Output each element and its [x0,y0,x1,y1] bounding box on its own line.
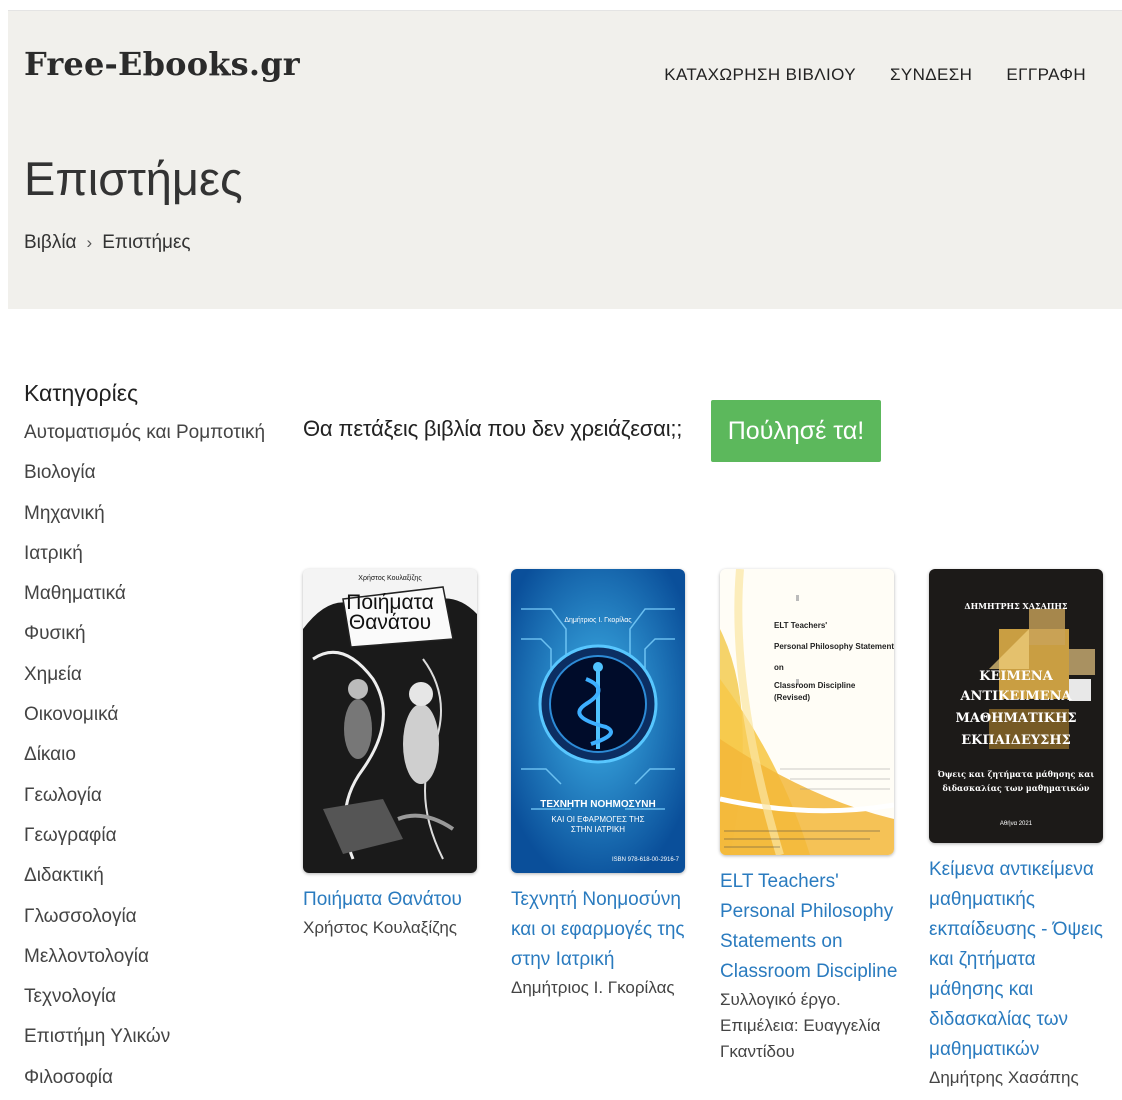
book-card: ΔΗΜΗΤΡΗΣ ΧΑΣΑΠΗΣ ΚΕΙΜΕΝΑ ΑΝΤΙΚΕΙΜΕΝΑ ΜΑΘ… [929,569,1109,1091]
cover-isbn: ISBN 978-618-00-2916-7 [611,857,679,863]
category-link[interactable]: Επιστήμη Υλικών [24,1026,170,1047]
category-link[interactable]: Διδακτική [24,865,104,886]
book-author: Δημήτρης Χασάπης [929,1068,1079,1087]
category-link[interactable]: Χημεία [24,664,82,685]
category-link[interactable]: Γεωγραφία [24,825,117,846]
cover-title-line: ΤΕΧΝΗΤΗ ΝΟΗΜΟΣΥΝΗ [540,799,656,810]
category-item: Ιατρική [24,542,284,582]
page-header: Free-Ebooks.gr ΚΑΤΑΧΩΡΗΣΗ ΒΙΒΛΙΟΥ ΣΥΝΔΕΣ… [8,11,1122,309]
book-title-link[interactable]: Τεχνητή Νοημοσύνη και οι εφαρμογές της σ… [511,885,691,975]
book-card: ELT Teachers' Personal Philosophy Statem… [720,569,900,1065]
category-item: Φιλοσοφία [24,1066,284,1100]
category-item: Αυτοματισμός και Ρομποτική [24,421,284,461]
cover-title-line: (Revised) [774,693,811,702]
cover-title-line: Personal Philosophy Statements [774,642,894,651]
category-link[interactable]: Βιολογία [24,462,96,483]
sell-books-prompt: Θα πετάξεις βιβλία που δεν χρειάζεσαι;; [303,416,683,441]
category-link[interactable]: Δίκαιο [24,744,76,765]
category-item: Χημεία [24,663,284,703]
breadcrumb-root[interactable]: Βιβλία [24,232,77,254]
cover-title-line: ΑΝΤΙΚΕΙΜΕΝΑ [960,689,1072,704]
cover-subtitle-line: διδασκαλίας των μαθηματικών [942,783,1090,793]
breadcrumb-separator-icon: › [86,233,93,252]
category-item: Γεωλογία [24,784,284,824]
category-item: Διδακτική [24,864,284,904]
book-author: Χρήστος Κουλαξίζης [303,918,457,937]
book-cover-image[interactable]: ELT Teachers' Personal Philosophy Statem… [720,569,894,855]
category-item: Γλωσσολογία [24,905,284,945]
category-item: Γεωγραφία [24,824,284,864]
book-author: Συλλογικό έργο. Επιμέλεια: Ευαγγελία Γκα… [720,990,881,1061]
site-logo[interactable]: Free-Ebooks.gr [24,45,300,83]
category-link[interactable]: Φιλοσοφία [24,1067,113,1088]
category-link[interactable]: Μαθηματικά [24,583,126,604]
sell-books-button[interactable]: Πούλησέ τα! [711,400,881,462]
book-card: Χρήστος Κουλαξίζης Ποιήματα Θανάτου Ποιή… [303,569,483,941]
cover-title-line: ELT Teachers' [774,621,828,630]
cover-author-text: ΔΗΜΗΤΡΗΣ ΧΑΣΑΠΗΣ [964,601,1068,611]
category-link[interactable]: Μηχανική [24,503,105,524]
book-card: Δημήτριος Ι. Γκορίλας ΤΕΧΝΗΤΗ ΝΟΗΜΟΣΥΝΗ … [511,569,691,1001]
book-title-link[interactable]: ELT Teachers' Personal Philosophy Statem… [720,867,900,987]
book-author: Δημήτριος Ι. Γκορίλας [511,978,675,997]
category-item: Επιστήμη Υλικών [24,1025,284,1065]
cover-author-text: Δημήτριος Ι. Γκορίλας [564,617,632,624]
cover-author-text: Χρήστος Κουλαξίζης [358,575,422,582]
cover-title-line: Classroom Discipline [774,681,856,690]
cover-subtitle-line: Όψεις και ζητήματα μάθησης και [937,769,1095,779]
breadcrumb-current: Επιστήμες [102,232,191,253]
category-link[interactable]: Ιατρική [24,543,83,564]
category-link[interactable]: Οικονομικά [24,704,118,725]
category-link[interactable]: Μελλοντολογία [24,946,149,967]
category-link[interactable]: Τεχνολογία [24,986,116,1007]
category-list: Αυτοματισμός και Ρομποτική Βιολογία Μηχα… [24,421,284,1100]
breadcrumb: Βιβλία › Επιστήμες [24,232,191,254]
page-title: Επιστήμες [24,152,243,205]
category-item: Φυσική [24,622,284,662]
book-cover-image[interactable]: ΔΗΜΗΤΡΗΣ ΧΑΣΑΠΗΣ ΚΕΙΜΕΝΑ ΑΝΤΙΚΕΙΜΕΝΑ ΜΑΘ… [929,569,1103,843]
nav-login[interactable]: ΣΥΝΔΕΣΗ [890,65,972,85]
cover-title-line: ΣΤΗΝ ΙΑΤΡΙΚΗ [570,825,626,834]
cover-title-line: ΚΕΙΜΕΝΑ [979,669,1053,684]
main-nav: ΚΑΤΑΧΩΡΗΣΗ ΒΙΒΛΙΟΥ ΣΥΝΔΕΣΗ ΕΓΓΡΑΦΗ [664,65,1086,85]
category-link[interactable]: Αυτοματισμός και Ρομποτική [24,422,265,443]
category-item: Μελλοντολογία [24,945,284,985]
nav-add-book[interactable]: ΚΑΤΑΧΩΡΗΣΗ ΒΙΒΛΙΟΥ [664,65,856,85]
cover-title-line: ΜΑΘΗΜΑΤΙΚΗΣ [955,711,1077,726]
cover-art-elt-teachers [720,569,894,855]
category-item: Μηχανική [24,502,284,542]
category-link[interactable]: Φυσική [24,623,86,644]
category-item: Οικονομικά [24,703,284,743]
category-item: Βιολογία [24,461,284,501]
category-sidebar: Κατηγορίες Αυτοματισμός και Ρομποτική Βι… [24,380,284,1100]
book-title-link[interactable]: Ποιήματα Θανάτου [303,885,483,915]
category-link[interactable]: Γεωλογία [24,785,102,806]
nav-register[interactable]: ΕΓΓΡΑΦΗ [1006,65,1086,85]
cover-title-line: Θανάτου [348,611,432,634]
category-item: Τεχνολογία [24,985,284,1025]
cover-place-year: Αθήνα 2021 [999,821,1033,827]
sidebar-heading: Κατηγορίες [24,380,139,406]
cover-title-line: ΕΚΠΑΙΔΕΥΣΗΣ [961,733,1071,748]
book-cover-image[interactable]: Χρήστος Κουλαξίζης Ποιήματα Θανάτου [303,569,477,873]
category-item: Δίκαιο [24,743,284,783]
book-title-link[interactable]: Κείμενα αντικείμενα μαθηματικής εκπαίδευ… [929,855,1109,1065]
cover-title-line: ΚΑΙ ΟΙ ΕΦΑΡΜΟΓΕΣ ΤΗΣ [551,815,645,824]
book-cover-image[interactable]: Δημήτριος Ι. Γκορίλας ΤΕΧΝΗΤΗ ΝΟΗΜΟΣΥΝΗ … [511,569,685,873]
category-item: Μαθηματικά [24,582,284,622]
cover-title-line: on [774,663,784,672]
category-link[interactable]: Γλωσσολογία [24,906,137,927]
